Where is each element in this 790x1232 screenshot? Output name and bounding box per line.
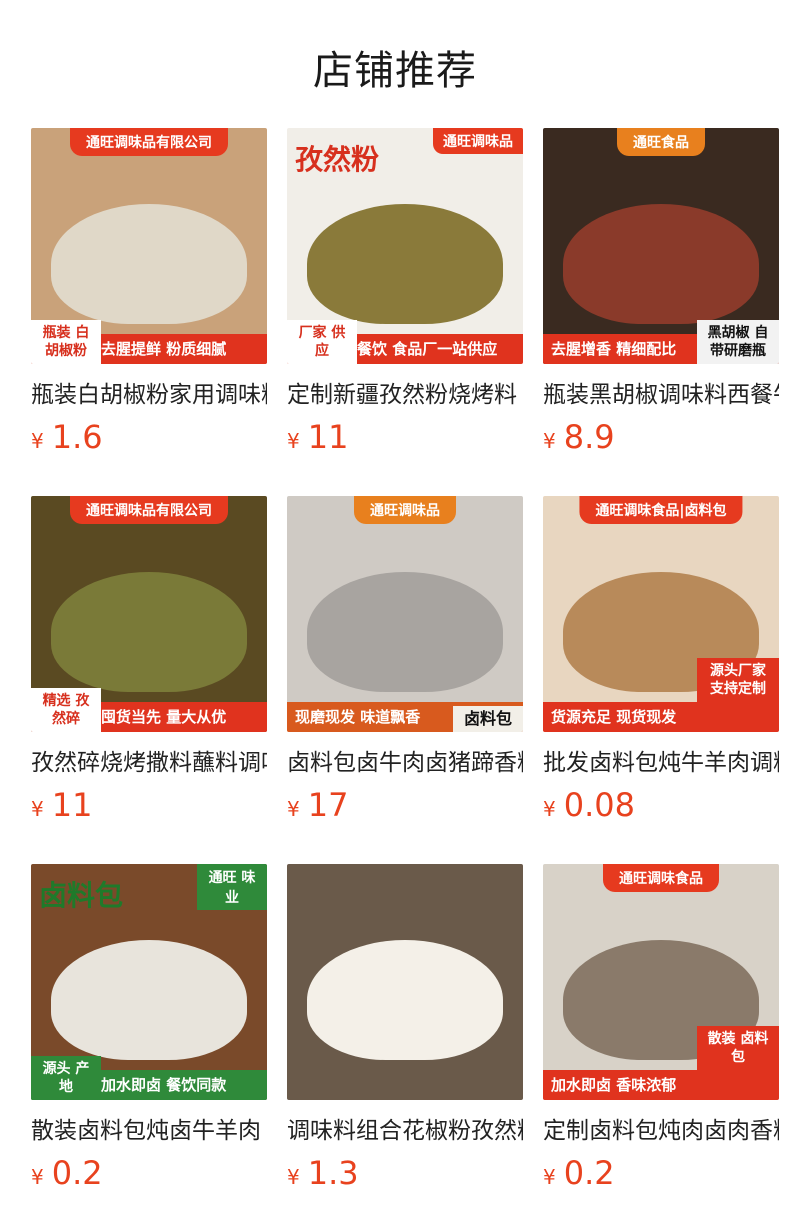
product-image-subject xyxy=(51,940,247,1060)
product-image-subject xyxy=(307,940,503,1060)
price-value: 0.2 xyxy=(563,1154,615,1192)
image-side-label: 源头厂家 支持定制 xyxy=(697,658,779,702)
price-value: 11 xyxy=(307,418,349,456)
product-card[interactable]: 通旺调味食品加水即卤 香味浓郁 散装 卤料包定制卤料包炖肉卤肉香料 ¥0.2 xyxy=(543,864,779,1232)
product-name[interactable]: 瓶装黑胡椒调味料西餐牛排 xyxy=(543,380,779,410)
image-brand-badge: 通旺 味业 xyxy=(197,864,267,910)
product-image[interactable]: 通旺调味食品|卤料包货源充足 现货现发 源头厂家 支持定制 xyxy=(543,496,779,732)
product-image[interactable]: 孜然粉 通旺调味品 餐饮 食品厂一站供应 厂家 供应 xyxy=(287,128,523,364)
currency-symbol: ¥ xyxy=(31,429,44,453)
image-headline: 卤料包 xyxy=(39,879,124,912)
price-value: 1.6 xyxy=(51,418,103,456)
product-card[interactable]: 通旺调味食品|卤料包货源充足 现货现发 源头厂家 支持定制批发卤料包炖牛羊肉调料 ¥… xyxy=(543,496,779,864)
product-card[interactable]: 卤料包 通旺 味业 加水即卤 餐饮同款 源头 产地 散装卤料包炖卤牛羊肉 ¥0.2 xyxy=(31,864,267,1232)
page-title: 店铺推荐 xyxy=(313,48,477,94)
product-image[interactable]: 通旺调味品 现磨现发 味道飘香 卤料包 xyxy=(287,496,523,732)
product-card[interactable]: 通旺调味品有限公司 去腥提鲜 粉质细腻 瓶装 白胡椒粉瓶装白胡椒粉家用调味料 ¥1.6 xyxy=(31,128,267,496)
price-value: 0.2 xyxy=(51,1154,103,1192)
product-name[interactable]: 瓶装白胡椒粉家用调味料 xyxy=(31,380,267,410)
price-value: 11 xyxy=(51,786,93,824)
product-price: ¥11 xyxy=(287,418,523,456)
product-image-subject xyxy=(51,572,247,692)
image-brand-badge: 通旺食品 xyxy=(617,128,705,156)
product-name[interactable]: 孜然碎烧烤撒料蘸料调味 xyxy=(31,748,267,778)
product-price: ¥0.2 xyxy=(31,1154,267,1192)
product-image[interactable] xyxy=(287,864,523,1100)
product-image[interactable]: 通旺食品 去腥增香 精细配比 黑胡椒 自带研磨瓶 xyxy=(543,128,779,364)
price-value: 8.9 xyxy=(563,418,615,456)
product-image[interactable]: 通旺调味食品加水即卤 香味浓郁 散装 卤料包 xyxy=(543,864,779,1100)
image-side-label: 瓶装 白胡椒粉 xyxy=(31,320,101,364)
image-brand-badge: 通旺调味食品|卤料包 xyxy=(579,496,743,524)
product-image-subject xyxy=(563,204,759,324)
currency-symbol: ¥ xyxy=(287,1165,300,1189)
currency-symbol: ¥ xyxy=(287,797,300,821)
product-price: ¥11 xyxy=(31,786,267,824)
image-side-label: 卤料包 xyxy=(453,706,523,732)
currency-symbol: ¥ xyxy=(543,797,556,821)
product-name[interactable]: 散装卤料包炖卤牛羊肉 xyxy=(31,1116,267,1146)
product-image-subject xyxy=(307,204,503,324)
currency-symbol: ¥ xyxy=(543,429,556,453)
product-name[interactable]: 调味料组合花椒粉孜然粉 xyxy=(287,1116,523,1146)
product-price: ¥1.3 xyxy=(287,1154,523,1192)
product-image-subject xyxy=(307,572,503,692)
price-value: 17 xyxy=(307,786,349,824)
currency-symbol: ¥ xyxy=(287,429,300,453)
image-brand-badge: 通旺调味品有限公司 xyxy=(70,128,228,156)
product-image[interactable]: 通旺调味品有限公司 去腥提鲜 粉质细腻 瓶装 白胡椒粉 xyxy=(31,128,267,364)
image-headline: 孜然粉 xyxy=(295,143,380,176)
image-side-label: 精选 孜然碎 xyxy=(31,688,101,732)
currency-symbol: ¥ xyxy=(543,1165,556,1189)
currency-symbol: ¥ xyxy=(31,797,44,821)
product-price: ¥8.9 xyxy=(543,418,779,456)
product-card[interactable]: 孜然粉 通旺调味品 餐饮 食品厂一站供应 厂家 供应 定制新疆孜然粉烧烤料 ¥11 xyxy=(287,128,523,496)
page-header: 店铺推荐 xyxy=(0,0,790,128)
image-side-label: 散装 卤料包 xyxy=(697,1026,779,1070)
product-card[interactable]: 通旺食品去腥增香 精细配比黑胡椒 自带研磨瓶瓶装黑胡椒调味料西餐牛排 ¥8.9 xyxy=(543,128,779,496)
price-value: 1.3 xyxy=(307,1154,359,1192)
image-brand-badge: 通旺调味品有限公司 xyxy=(70,496,228,524)
product-card[interactable]: 调味料组合花椒粉孜然粉 ¥1.3 xyxy=(287,864,523,1232)
image-brand-badge: 通旺调味品 xyxy=(433,128,523,154)
product-name[interactable]: 批发卤料包炖牛羊肉调料 xyxy=(543,748,779,778)
product-card[interactable]: 通旺调味品 现磨现发 味道飘香 卤料包卤料包卤牛肉卤猪蹄香料 ¥17 xyxy=(287,496,523,864)
product-name[interactable]: 定制新疆孜然粉烧烤料 xyxy=(287,380,523,410)
image-side-label: 源头 产地 xyxy=(31,1056,101,1100)
product-image[interactable]: 卤料包 通旺 味业 加水即卤 餐饮同款 源头 产地 xyxy=(31,864,267,1100)
image-banner: 货源充足 现货现发 xyxy=(543,702,779,732)
image-brand-badge: 通旺调味品 xyxy=(354,496,456,524)
product-price: ¥0.08 xyxy=(543,786,779,824)
image-side-label: 厂家 供应 xyxy=(287,320,357,364)
product-image-subject xyxy=(51,204,247,324)
product-price: ¥0.2 xyxy=(543,1154,779,1192)
product-price: ¥17 xyxy=(287,786,523,824)
price-value: 0.08 xyxy=(563,786,635,824)
image-side-label: 黑胡椒 自带研磨瓶 xyxy=(697,320,779,364)
product-card[interactable]: 通旺调味品有限公司 囤货当先 量大从优 精选 孜然碎孜然碎烧烤撒料蘸料调味 ¥11 xyxy=(31,496,267,864)
product-name[interactable]: 卤料包卤牛肉卤猪蹄香料 xyxy=(287,748,523,778)
image-banner: 加水即卤 香味浓郁 xyxy=(543,1070,779,1100)
image-brand-badge: 通旺调味食品 xyxy=(603,864,719,892)
currency-symbol: ¥ xyxy=(31,1165,44,1189)
product-grid: 通旺调味品有限公司 去腥提鲜 粉质细腻 瓶装 白胡椒粉瓶装白胡椒粉家用调味料 ¥1.6… xyxy=(31,128,779,1232)
product-price: ¥1.6 xyxy=(31,418,267,456)
product-name[interactable]: 定制卤料包炖肉卤肉香料 xyxy=(543,1116,779,1146)
product-image[interactable]: 通旺调味品有限公司 囤货当先 量大从优 精选 孜然碎 xyxy=(31,496,267,732)
